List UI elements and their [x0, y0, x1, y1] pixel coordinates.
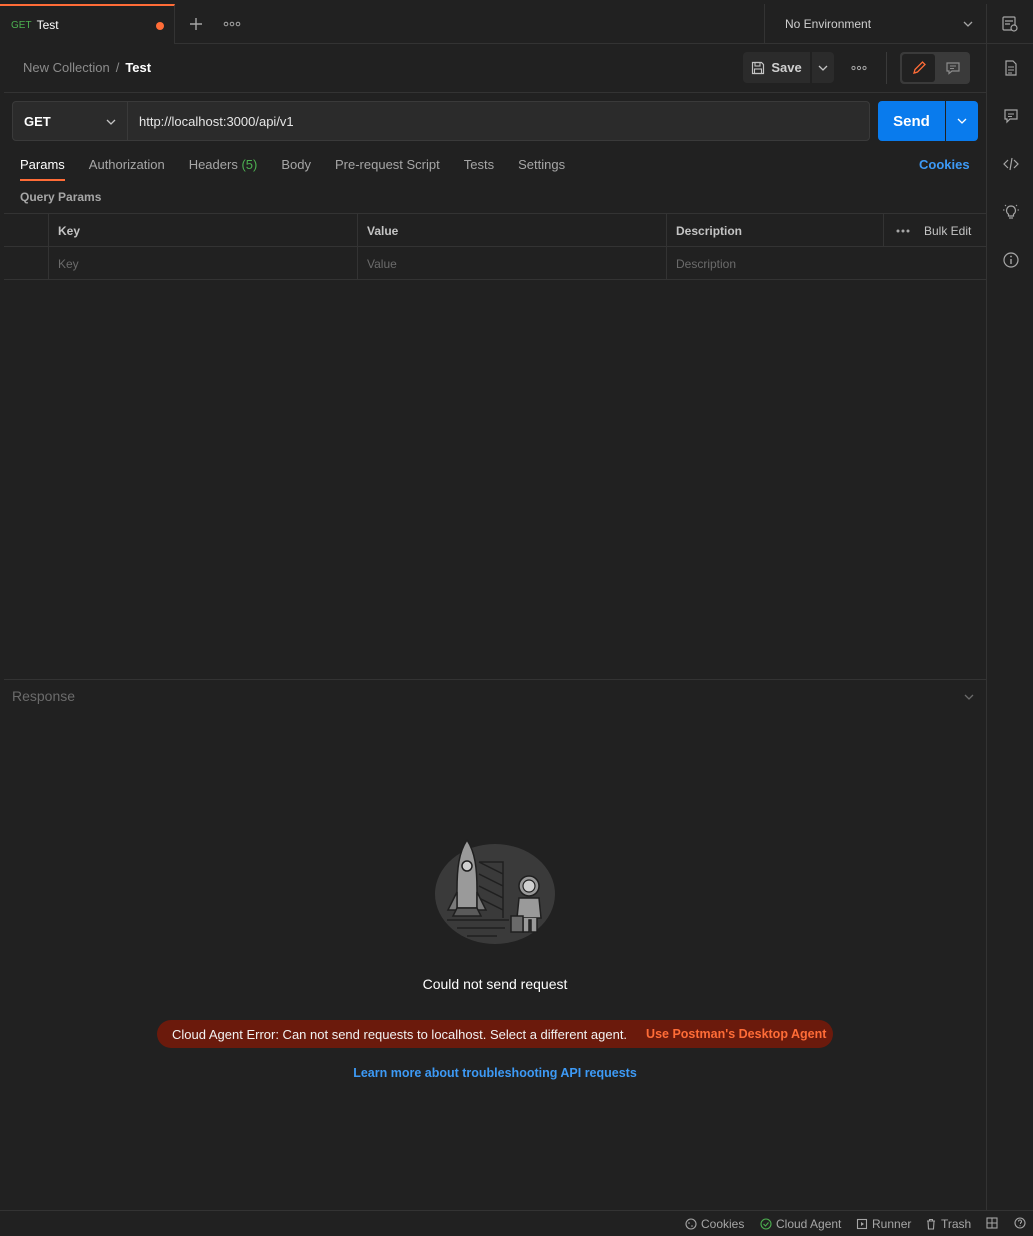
- param-value-input[interactable]: Value: [357, 247, 666, 280]
- unsaved-indicator-dot: [156, 22, 164, 30]
- param-key-input[interactable]: Key: [48, 247, 357, 280]
- comments-icon[interactable]: [1002, 107, 1020, 125]
- tab-pre-request-script[interactable]: Pre-request Script: [335, 157, 440, 181]
- divider: [886, 52, 887, 84]
- use-desktop-agent-link[interactable]: Use Postman's Desktop Agent: [646, 1027, 826, 1041]
- rocket-astronaut-illustration: [433, 836, 557, 950]
- tab-label: Settings: [518, 157, 566, 172]
- table-options-more-icon[interactable]: [893, 221, 913, 241]
- tab-label: Params: [20, 157, 65, 172]
- http-method-select[interactable]: GET: [12, 101, 128, 141]
- url-input[interactable]: [127, 101, 870, 141]
- footer-cookies-button[interactable]: Cookies: [685, 1217, 744, 1231]
- error-title: Could not send request: [422, 976, 568, 992]
- environment-select-label: No Environment: [785, 17, 872, 31]
- collapse-chevron-down-icon[interactable]: [962, 690, 976, 704]
- column-header-key: Key: [48, 214, 357, 247]
- check-circle-icon: [760, 1218, 772, 1230]
- new-tab-plus-icon[interactable]: [186, 14, 206, 34]
- save-icon: [751, 61, 765, 75]
- tab-label: Authorization: [88, 157, 165, 172]
- request-tab-test[interactable]: GET Test: [0, 4, 175, 44]
- tab-bar: GET Test No Environment: [0, 0, 1033, 44]
- breadcrumb-separator: /: [115, 60, 120, 75]
- send-button[interactable]: Send: [878, 101, 945, 141]
- trash-icon: [925, 1218, 937, 1230]
- divider: [4, 679, 986, 680]
- request-more-options-icon[interactable]: [849, 58, 869, 78]
- save-button[interactable]: Save: [743, 52, 810, 83]
- breadcrumb-request-name[interactable]: Test: [125, 60, 151, 75]
- runner-icon: [856, 1218, 868, 1230]
- troubleshooting-link[interactable]: Learn more about troubleshooting API req…: [0, 1066, 990, 1080]
- footer-trash-label: Trash: [941, 1217, 972, 1231]
- comment-mode-icon[interactable]: [937, 54, 968, 82]
- footer-agent-label: Cloud Agent: [776, 1217, 842, 1231]
- footer-runner-label: Runner: [872, 1217, 912, 1231]
- two-pane-layout-icon[interactable]: [986, 1217, 998, 1229]
- chevron-down-icon: [962, 18, 974, 30]
- column-header-value: Value: [357, 214, 666, 247]
- query-params-title: Query Params: [20, 190, 102, 204]
- http-method-label: GET: [24, 113, 51, 129]
- chevron-down-icon: [956, 115, 968, 127]
- help-icon[interactable]: [1014, 1217, 1026, 1229]
- save-options-dropdown[interactable]: [812, 52, 834, 83]
- table-row: Key Value Description: [4, 247, 986, 280]
- lightbulb-icon[interactable]: [1002, 203, 1020, 221]
- tab-tests[interactable]: Tests: [464, 157, 494, 181]
- footer-runner-button[interactable]: Runner: [856, 1217, 911, 1231]
- param-description-input[interactable]: Description: [666, 247, 986, 280]
- breadcrumb-collection[interactable]: New Collection: [23, 60, 110, 75]
- cookie-icon: [685, 1218, 697, 1230]
- chevron-down-icon: [817, 62, 829, 74]
- footer-trash-button[interactable]: Trash: [925, 1217, 971, 1231]
- query-params-table: Key Value Description Bulk Edit Key Valu…: [4, 213, 986, 280]
- send-options-dropdown[interactable]: [946, 101, 978, 141]
- tab-options-more-icon[interactable]: [222, 14, 242, 34]
- request-tabs: Params Authorization Headers (5) Body Pr…: [20, 157, 589, 181]
- edit-mode-pencil-icon[interactable]: [902, 54, 935, 82]
- mode-toggle: [900, 52, 970, 84]
- tab-label: Headers: [188, 157, 238, 172]
- tab-settings[interactable]: Settings: [518, 157, 565, 181]
- documentation-icon[interactable]: [1002, 59, 1020, 77]
- divider: [883, 214, 884, 247]
- divider: [4, 92, 986, 93]
- right-sidebar: [986, 44, 1033, 1210]
- footer-cookies-label: Cookies: [701, 1217, 745, 1231]
- response-title: Response: [12, 688, 76, 704]
- code-snippet-icon[interactable]: [1002, 155, 1020, 173]
- tab-label: Body: [281, 157, 311, 172]
- table-header-row: Key Value Description Bulk Edit: [4, 214, 986, 247]
- environment-quick-look-icon[interactable]: [986, 4, 1033, 44]
- tab-params[interactable]: Params: [20, 157, 65, 181]
- environment-select[interactable]: No Environment: [764, 4, 986, 44]
- error-message: Cloud Agent Error: Can not send requests…: [172, 1026, 628, 1042]
- tab-headers[interactable]: Headers (5): [189, 157, 258, 181]
- breadcrumb: New Collection / Test: [23, 60, 151, 75]
- row-checkbox-cell: [4, 247, 49, 280]
- tab-name: Test: [36, 18, 59, 32]
- chevron-down-icon: [105, 116, 117, 128]
- footer-agent-button[interactable]: Cloud Agent: [760, 1217, 841, 1231]
- tab-body[interactable]: Body: [281, 157, 311, 181]
- headers-count-badge: (5): [241, 157, 258, 172]
- cookies-link[interactable]: Cookies: [919, 157, 970, 172]
- checkbox-column-header: [4, 214, 49, 247]
- tab-label: Pre-request Script: [334, 157, 440, 172]
- tab-authorization[interactable]: Authorization: [89, 157, 165, 181]
- send-label: Send: [893, 112, 930, 130]
- tab-method: GET: [11, 19, 32, 31]
- save-label: Save: [771, 60, 802, 75]
- bulk-edit-button[interactable]: Bulk Edit: [924, 214, 971, 247]
- status-bar: Cookies Cloud Agent Runner Trash: [0, 1210, 1033, 1236]
- cloud-agent-error-banner: Cloud Agent Error: Can not send requests…: [157, 1020, 833, 1048]
- info-icon[interactable]: [1002, 251, 1020, 269]
- tab-label: Tests: [463, 157, 495, 172]
